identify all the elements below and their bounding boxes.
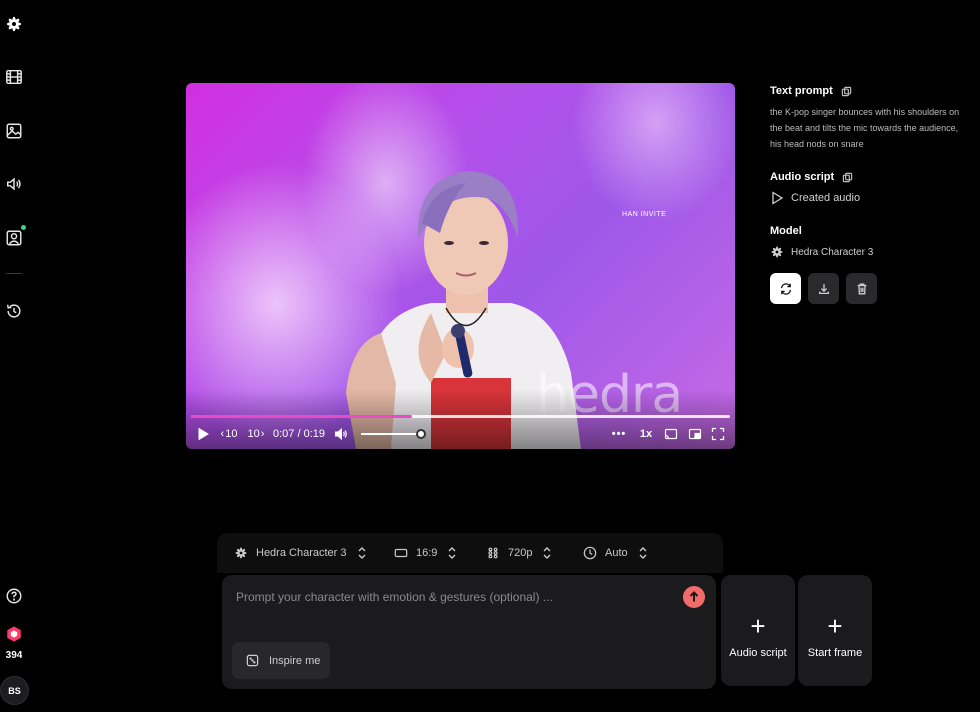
video-watermark-small: HAN INVITE [622, 211, 667, 218]
audio-icon[interactable] [2, 172, 26, 196]
volume-slider[interactable] [361, 429, 426, 439]
help-icon[interactable] [2, 584, 26, 608]
playback-speed[interactable]: 1x [637, 423, 655, 445]
volume-icon[interactable] [333, 423, 349, 445]
generation-details-panel: Text prompt the K-pop singer bounces wit… [770, 85, 970, 304]
hedra-model-icon [771, 246, 783, 258]
character-status-dot [21, 225, 26, 230]
clock-icon [583, 546, 597, 560]
cast-icon[interactable] [663, 423, 679, 445]
text-prompt-content: the K-pop singer bounces with his should… [770, 107, 960, 149]
volume-fill [361, 433, 421, 435]
rewind-label: 10 [225, 428, 238, 440]
text-prompt-heading: Text prompt [770, 85, 970, 97]
resolution-icon [488, 547, 498, 559]
chevron-up-down-icon [639, 547, 647, 559]
inspire-me-button[interactable]: Inspire me [232, 642, 330, 679]
chevron-up-down-icon [358, 547, 365, 559]
play-audio-icon[interactable] [770, 191, 784, 205]
refresh-icon [780, 282, 791, 295]
duration-value: Auto [605, 547, 628, 559]
video-progress-fill [191, 415, 412, 418]
video-progress-bar[interactable] [191, 415, 730, 418]
inspire-me-label: Inspire me [269, 654, 321, 667]
created-audio-row[interactable]: Created audio [770, 191, 970, 205]
image-icon[interactable] [2, 119, 26, 143]
picture-in-picture-icon[interactable] [687, 423, 703, 445]
send-button[interactable] [683, 586, 705, 608]
arrow-up-icon [689, 591, 699, 602]
volume-thumb[interactable] [415, 429, 426, 439]
model-select[interactable]: Hedra Character 3 [234, 543, 369, 563]
start-frame-card-label: Start frame [807, 646, 863, 659]
forward-10-button[interactable]: 10 › [245, 423, 267, 445]
app-root: 394 BS HAN INVITE ‹ 10 10 › 0:07 / 0:19 … [0, 0, 980, 712]
plus-icon: + [827, 610, 843, 641]
copy-icon[interactable] [842, 172, 853, 183]
play-icon[interactable] [195, 423, 211, 445]
video-player[interactable]: HAN INVITE hedra ‹10 10› 0:07 / 0:19 [186, 83, 735, 449]
audio-script-card-label: Audio script [729, 646, 787, 659]
fullscreen-icon[interactable] [710, 423, 726, 445]
film-icon[interactable] [2, 65, 26, 89]
regenerate-button[interactable] [770, 273, 801, 304]
audio-script-title: Audio script [770, 171, 835, 183]
aspect-ratio-icon [394, 548, 408, 558]
resolution-select[interactable]: 720p [486, 543, 554, 563]
delete-button[interactable] [846, 273, 877, 304]
trash-icon [857, 283, 866, 294]
prompt-composer: Prompt your character with emotion & ges… [222, 575, 716, 689]
plus-icon: + [750, 610, 766, 641]
audio-script-heading: Audio script [770, 171, 970, 183]
created-audio-label: Created audio [791, 192, 861, 204]
model-select-value: Hedra Character 3 [256, 547, 347, 559]
aspect-ratio-value: 16:9 [416, 547, 438, 559]
more-options-icon[interactable]: ••• [610, 423, 628, 445]
video-controls: ‹ 10 10 › 0:07 / 0:19 ••• 1x [186, 423, 735, 445]
chevron-up-down-icon [448, 547, 456, 559]
forward-label: 10 [247, 428, 260, 440]
dice-icon [246, 654, 259, 667]
sidebar-divider [6, 273, 22, 274]
avatar-initials: BS [8, 685, 21, 696]
sidebar: 394 BS [0, 0, 40, 712]
time-display: 0:07 / 0:19 [273, 428, 325, 440]
resolution-value: 720p [508, 547, 533, 559]
generation-settings-bar: Hedra Character 3 16:9 720p Auto [217, 533, 723, 573]
text-prompt-title: Text prompt [770, 85, 833, 97]
user-avatar[interactable]: BS [0, 676, 29, 705]
hedra-logo-icon[interactable] [2, 12, 26, 36]
prompt-input[interactable]: Prompt your character with emotion & ges… [236, 590, 553, 604]
aspect-ratio-select[interactable]: 16:9 [394, 543, 459, 563]
hedra-model-icon [235, 547, 247, 559]
video-actions [770, 273, 970, 304]
model-heading: Model [770, 225, 970, 237]
model-name: Hedra Character 3 [791, 246, 874, 258]
model-title: Model [770, 225, 802, 237]
history-icon[interactable] [2, 299, 26, 323]
download-button[interactable] [808, 273, 839, 304]
credits-gem-icon[interactable] [2, 622, 26, 646]
rewind-10-button[interactable]: ‹ 10 [218, 423, 240, 445]
model-row: Hedra Character 3 [770, 245, 970, 259]
credits-count: 394 [5, 650, 23, 661]
duration-select[interactable]: Auto [583, 543, 650, 563]
audio-script-card[interactable]: + Audio script [721, 575, 795, 686]
copy-icon[interactable] [841, 86, 852, 97]
download-icon [818, 283, 829, 294]
start-frame-card[interactable]: + Start frame [798, 575, 872, 686]
chevron-up-down-icon [543, 547, 551, 559]
